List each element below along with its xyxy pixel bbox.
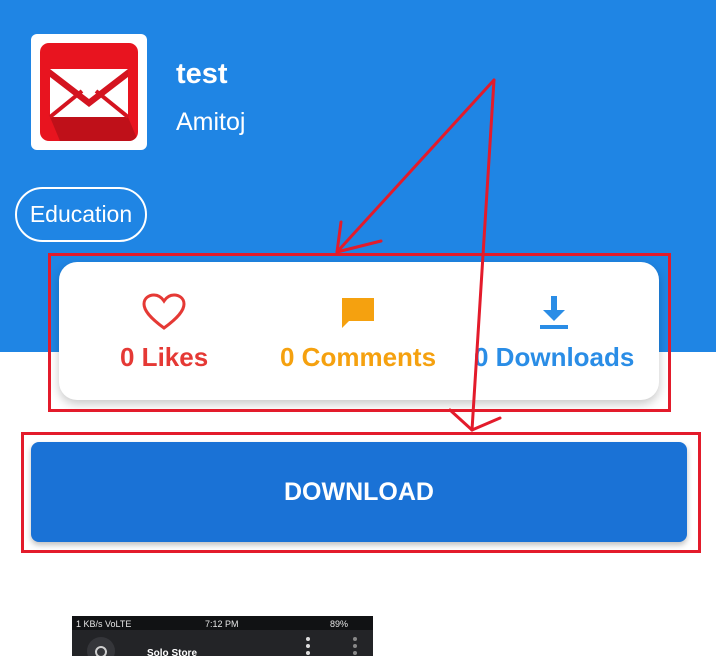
app-icon xyxy=(31,34,147,150)
thumb-app-bar xyxy=(72,630,373,656)
more-vert-icon xyxy=(353,637,357,655)
thumb-app-title: Solo Store xyxy=(147,648,198,656)
app-author[interactable]: Amitoj xyxy=(176,108,245,137)
camera-icon xyxy=(87,637,115,656)
app-title: test xyxy=(176,58,228,90)
thumb-status-time: 7:12 PM xyxy=(205,619,239,629)
thumb-status-speed: 1 KB/s VoLTE xyxy=(76,619,132,629)
screenshot-thumbnail[interactable]: 1 KB/s VoLTE 7:12 PM 89% Solo Store xyxy=(72,616,373,656)
more-vert-icon xyxy=(306,637,310,655)
annotation-box-download xyxy=(21,432,701,553)
annotation-box-stats xyxy=(48,253,671,412)
app-detail-screen: test Amitoj Education 0 Likes 0 Comments xyxy=(0,0,716,656)
envelope-icon xyxy=(40,43,138,141)
category-chip[interactable]: Education xyxy=(15,187,147,242)
thumb-status-battery: 89% xyxy=(330,619,349,629)
